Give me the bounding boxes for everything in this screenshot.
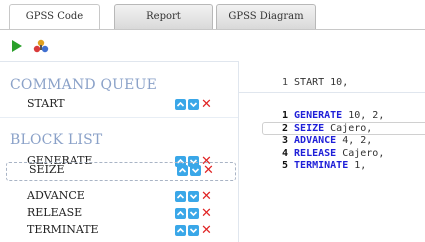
move-down-button[interactable]: [188, 225, 199, 236]
chevron-up-icon: [176, 227, 185, 233]
delete-button[interactable]: ✕: [203, 163, 214, 178]
move-up-button[interactable]: [175, 208, 186, 219]
delete-button[interactable]: ✕: [201, 189, 212, 204]
line-number: 1: [281, 77, 288, 88]
play-icon[interactable]: [12, 40, 22, 52]
code-editor[interactable]: 1 GENERATE 10, 2, 2 SEIZE Cajero, 3 ADVA…: [239, 110, 425, 173]
block-item-advance[interactable]: ADVANCE ✕: [0, 189, 238, 206]
tab-report[interactable]: Report: [114, 4, 213, 29]
delete-button[interactable]: ✕: [201, 223, 212, 238]
chevron-up-icon: [176, 101, 185, 107]
tab-gpss-diagram[interactable]: GPSS Diagram: [216, 4, 316, 29]
selected-line-highlight: [262, 122, 425, 135]
code-args: Cajero,: [336, 147, 385, 159]
delete-button[interactable]: ✕: [201, 206, 212, 221]
chevron-down-icon: [191, 168, 200, 174]
chevron-up-icon: [176, 193, 185, 199]
line-number: 3: [281, 135, 288, 147]
code-panel: 1 START 10, 1 GENERATE 10, 2, 2 SEIZE Ca…: [239, 61, 425, 242]
code-line[interactable]: 4 RELEASE Cajero,: [239, 148, 425, 161]
queue-code-text: START 10,: [294, 77, 349, 88]
move-down-button[interactable]: [190, 165, 201, 176]
block-item-label: SEIZE: [29, 163, 65, 176]
block-list-title: BLOCK LIST: [10, 132, 103, 148]
chevron-down-icon: [189, 228, 198, 234]
code-line[interactable]: 1 GENERATE 10, 2,: [239, 110, 425, 123]
line-number: 5: [281, 160, 288, 172]
command-queue-code: 1 START 10,: [239, 77, 425, 88]
block-panel: COMMAND QUEUE START ✕ BLOCK LIST GENERAT…: [0, 61, 238, 242]
move-up-button[interactable]: [175, 191, 186, 202]
code-keyword: ADVANCE: [294, 135, 337, 147]
block-item-seize[interactable]: SEIZE ✕: [2, 163, 240, 180]
move-down-button[interactable]: [188, 208, 199, 219]
block-item-label: TERMINATE: [27, 223, 99, 236]
code-line[interactable]: 3 ADVANCE 4, 2,: [239, 135, 425, 148]
line-number: 1: [281, 110, 288, 121]
block-item-label: ADVANCE: [27, 189, 85, 202]
code-keyword: TERMINATE: [294, 160, 349, 172]
section-divider: [0, 117, 238, 118]
code-keyword: GENERATE: [294, 110, 343, 121]
chevron-up-icon: [176, 210, 185, 216]
move-up-button[interactable]: [177, 165, 188, 176]
code-keyword: RELEASE: [294, 147, 337, 159]
code-line[interactable]: 5 TERMINATE 1,: [239, 160, 425, 173]
chevron-down-icon: [189, 102, 198, 108]
chevron-down-icon: [189, 211, 198, 217]
block-item-terminate[interactable]: TERMINATE ✕: [0, 223, 238, 240]
chevron-down-icon: [189, 194, 198, 200]
block-item-release[interactable]: RELEASE ✕: [0, 206, 238, 223]
chevron-up-icon: [178, 167, 187, 173]
command-queue-title: COMMAND QUEUE: [10, 77, 158, 93]
move-up-button[interactable]: [175, 99, 186, 110]
delete-button[interactable]: ✕: [201, 97, 212, 112]
code-divider: [239, 92, 425, 93]
toolbar: [0, 30, 425, 61]
move-down-button[interactable]: [188, 191, 199, 202]
tab-gpss-code[interactable]: GPSS Code: [9, 4, 100, 30]
tab-bar: GPSS Code Report GPSS Diagram: [0, 0, 425, 30]
block-item-label: RELEASE: [27, 206, 83, 219]
move-down-button[interactable]: [188, 99, 199, 110]
command-queue-item[interactable]: START ✕: [0, 97, 238, 114]
line-number: 4: [281, 147, 288, 159]
code-args: 10, 2,: [342, 110, 385, 121]
code-args: 1,: [348, 160, 367, 172]
command-queue-item-label: START: [27, 97, 65, 110]
debug-icon[interactable]: [32, 38, 50, 54]
move-up-button[interactable]: [175, 225, 186, 236]
code-args: 4, 2,: [336, 135, 373, 147]
